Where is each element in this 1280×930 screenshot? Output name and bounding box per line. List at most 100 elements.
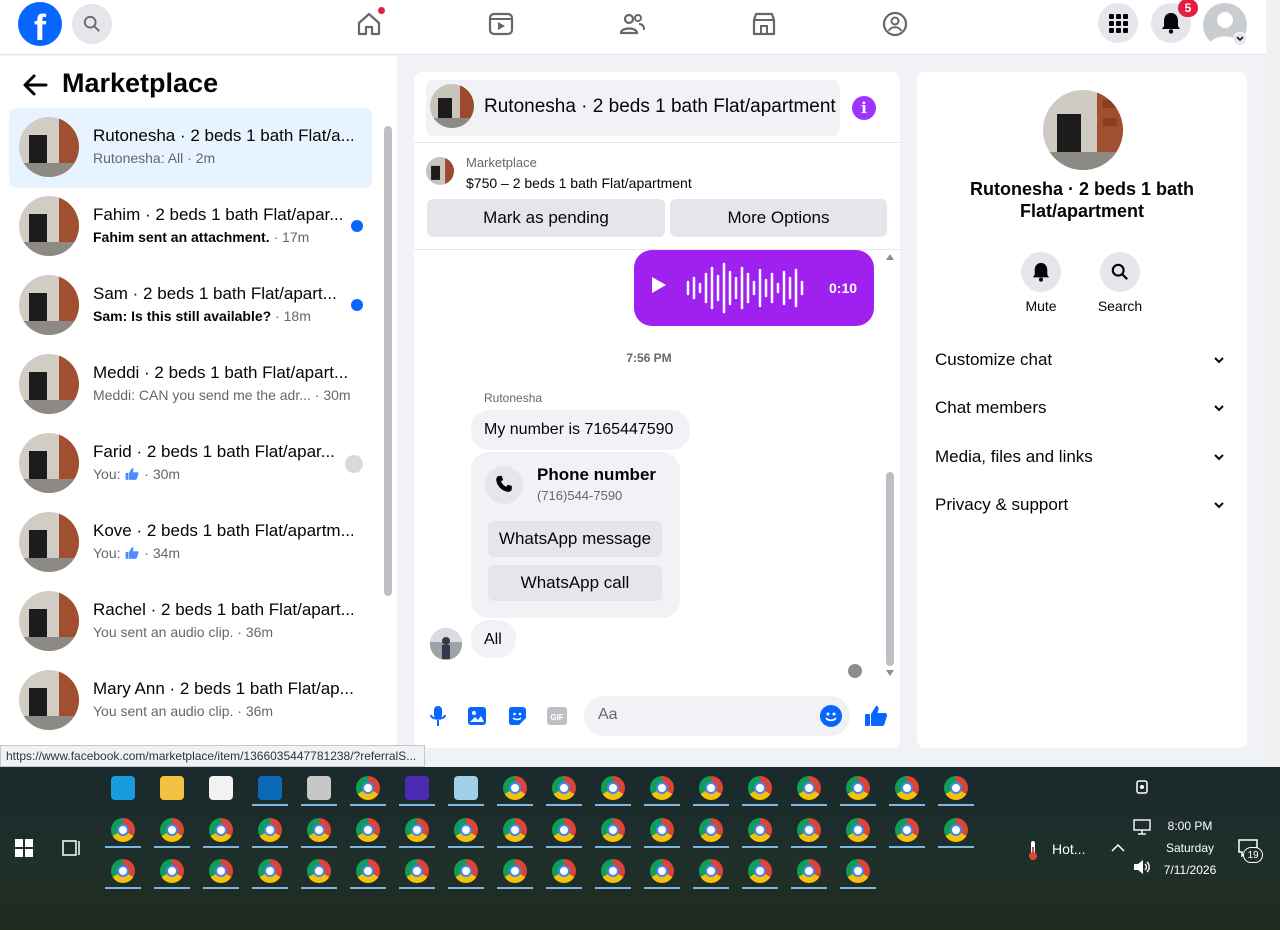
taskbar-app[interactable]	[544, 812, 584, 848]
conversation-item[interactable]: Rachel · 2 beds 1 bath Flat/apart... You …	[9, 582, 372, 662]
search-in-chat-button[interactable]: Search	[1090, 252, 1150, 314]
taskbar-app[interactable]	[201, 770, 241, 806]
volume-icon[interactable]	[1133, 859, 1151, 875]
taskbar-app[interactable]	[789, 770, 829, 806]
scroll-down-icon[interactable]	[886, 670, 894, 676]
taskbar-app[interactable]	[446, 853, 486, 889]
taskbar-app[interactable]	[201, 812, 241, 848]
taskbar-app[interactable]	[446, 770, 486, 806]
taskbar-app[interactable]	[642, 853, 682, 889]
sticker-button[interactable]	[505, 704, 529, 728]
video-tab[interactable]	[485, 8, 517, 40]
taskbar-app[interactable]	[593, 812, 633, 848]
taskbar-app[interactable]	[152, 812, 192, 848]
groups-tab[interactable]	[879, 8, 911, 40]
taskbar-app[interactable]	[887, 770, 927, 806]
conversation-item[interactable]: Rutonesha · 2 beds 1 bath Flat/a... Ruton…	[9, 108, 372, 188]
message-composer[interactable]	[584, 696, 850, 736]
taskbar-app[interactable]	[642, 770, 682, 806]
taskbar-app[interactable]	[397, 812, 437, 848]
windows-start-icon[interactable]	[15, 839, 33, 857]
like-button[interactable]	[864, 704, 888, 728]
back-arrow-icon[interactable]	[20, 70, 50, 100]
chevron-up-icon[interactable]	[1111, 843, 1125, 853]
conversation-item[interactable]: Farid · 2 beds 1 bath Flat/apar... You: ·…	[9, 424, 372, 504]
conversation-item[interactable]: Fahim · 2 beds 1 bath Flat/apar... Fahim …	[9, 187, 372, 267]
friends-tab[interactable]	[616, 8, 648, 40]
whatsapp-call-button[interactable]: WhatsApp call	[488, 565, 662, 601]
taskbar-app[interactable]	[348, 770, 388, 806]
meet-now-icon[interactable]	[1134, 779, 1150, 795]
taskbar-app[interactable]	[495, 853, 535, 889]
taskbar-app[interactable]	[838, 853, 878, 889]
sender-avatar[interactable]	[430, 628, 462, 660]
taskbar-app[interactable]	[397, 853, 437, 889]
conversation-item[interactable]: Sam · 2 beds 1 bath Flat/apart... Sam: Is…	[9, 266, 372, 346]
whatsapp-message-button[interactable]: WhatsApp message	[488, 521, 662, 557]
home-tab[interactable]	[353, 6, 386, 40]
section-customize-chat[interactable]: Customize chat	[935, 350, 1229, 380]
message-bubble[interactable]: All	[471, 620, 516, 658]
more-options-button[interactable]: More Options	[670, 199, 887, 237]
taskbar-app[interactable]	[152, 853, 192, 889]
microphone-button[interactable]	[426, 704, 450, 728]
taskbar-app[interactable]	[691, 812, 731, 848]
taskbar-app[interactable]	[446, 812, 486, 848]
taskbar-app[interactable]	[299, 812, 339, 848]
section-privacy-support[interactable]: Privacy & support	[935, 495, 1229, 525]
taskbar-app[interactable]	[740, 770, 780, 806]
chat-header[interactable]: Rutonesha · 2 beds 1 bath Flat/apartment	[426, 80, 840, 136]
taskbar-app[interactable]	[887, 812, 927, 848]
taskbar-app[interactable]	[495, 770, 535, 806]
facebook-logo[interactable]: f	[18, 2, 62, 46]
listing-price[interactable]: $750 – 2 beds 1 bath Flat/apartment	[466, 175, 692, 191]
taskbar-app[interactable]	[299, 853, 339, 889]
clock-date[interactable]: 7/11/2026	[1157, 863, 1223, 877]
play-icon[interactable]	[652, 277, 666, 293]
emoji-icon[interactable]	[820, 705, 842, 727]
account-dropdown[interactable]	[1233, 32, 1247, 46]
taskbar-app[interactable]	[593, 853, 633, 889]
taskbar-app[interactable]	[250, 853, 290, 889]
taskbar-app[interactable]	[103, 853, 143, 889]
taskbar-app[interactable]	[642, 812, 682, 848]
mark-as-pending-button[interactable]: Mark as pending	[427, 199, 665, 237]
taskbar-app[interactable]	[495, 812, 535, 848]
taskbar-app[interactable]	[250, 812, 290, 848]
taskbar-app[interactable]	[691, 770, 731, 806]
taskbar-app[interactable]	[838, 812, 878, 848]
taskbar-app[interactable]	[936, 770, 976, 806]
gif-button[interactable]: GIF	[545, 704, 569, 728]
taskbar-app[interactable]	[152, 770, 192, 806]
weather-text[interactable]: Hot...	[1052, 841, 1085, 857]
taskbar-app[interactable]	[740, 853, 780, 889]
clock-time[interactable]: 8:00 PM	[1160, 819, 1220, 833]
menu-button[interactable]	[1098, 3, 1138, 43]
taskbar-app[interactable]	[838, 770, 878, 806]
taskbar-app[interactable]	[397, 770, 437, 806]
info-icon[interactable]: i	[852, 96, 876, 120]
section-chat-members[interactable]: Chat members	[935, 398, 1229, 428]
page-scrollbar[interactable]	[1266, 0, 1280, 767]
weather-thermometer-icon[interactable]	[1022, 839, 1044, 861]
taskbar-app[interactable]	[691, 853, 731, 889]
taskbar-app[interactable]	[348, 812, 388, 848]
taskbar-app[interactable]	[789, 812, 829, 848]
taskbar-app[interactable]	[299, 770, 339, 806]
taskbar-app[interactable]	[740, 812, 780, 848]
section-media-files-links[interactable]: Media, files and links	[935, 447, 1229, 477]
message-input[interactable]	[598, 706, 798, 724]
listing-avatar[interactable]	[1043, 90, 1123, 170]
taskbar-app[interactable]	[201, 853, 241, 889]
conversation-item[interactable]: Kove · 2 beds 1 bath Flat/apartm... You: …	[9, 503, 372, 583]
clock-day[interactable]: Saturday	[1160, 841, 1220, 855]
taskbar-app[interactable]	[593, 770, 633, 806]
taskbar-app[interactable]	[936, 812, 976, 848]
network-icon[interactable]	[1133, 819, 1151, 835]
taskbar-app[interactable]	[348, 853, 388, 889]
conversation-item[interactable]: Meddi · 2 beds 1 bath Flat/apart... Meddi…	[9, 345, 372, 425]
sidebar-scrollbar[interactable]	[384, 126, 392, 596]
taskbar-app[interactable]	[103, 770, 143, 806]
mute-button[interactable]: Mute	[1011, 252, 1071, 314]
scroll-up-icon[interactable]	[886, 254, 894, 260]
